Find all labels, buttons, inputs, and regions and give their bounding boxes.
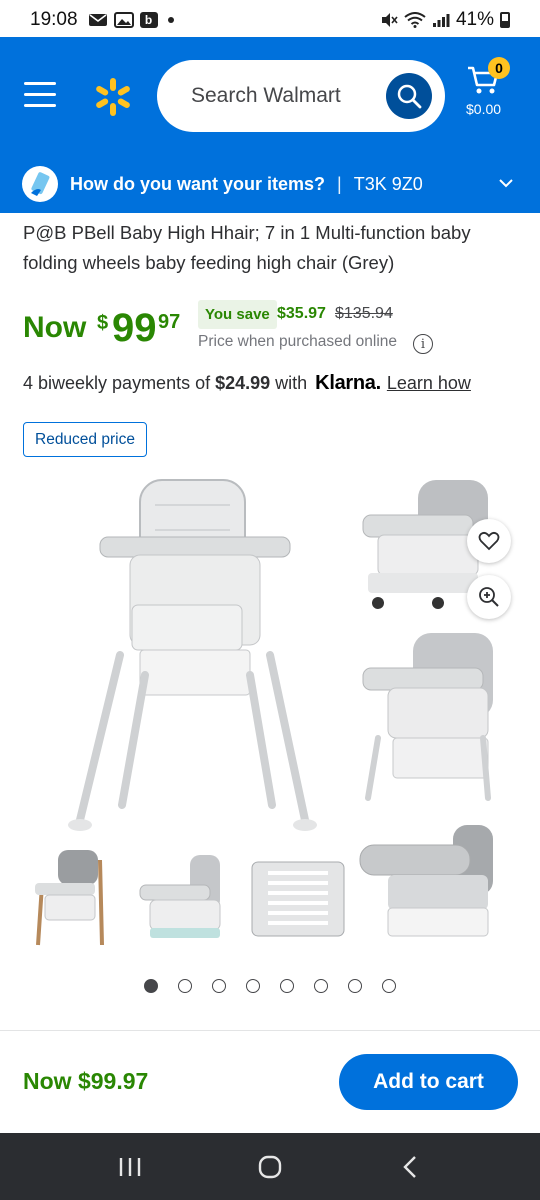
gallery-pagination[interactable]	[144, 979, 396, 993]
add-to-cart-button[interactable]: Add to cart	[339, 1054, 518, 1110]
search-input[interactable]	[191, 84, 371, 108]
system-icons: 41%	[380, 9, 510, 31]
pagination-dot[interactable]	[246, 979, 260, 993]
zoom-button[interactable]	[467, 575, 511, 619]
system-nav-bar	[0, 1133, 540, 1200]
pagination-dot[interactable]	[280, 979, 294, 993]
klarna-payments: 4 biweekly payments of $24.99 with Klarn…	[23, 372, 471, 395]
delivery-phone-icon	[22, 166, 58, 202]
home-icon	[258, 1155, 282, 1178]
battery-percent: 41%	[455, 9, 494, 30]
status-time: 19:08	[30, 9, 78, 30]
chevron-down-icon	[499, 179, 513, 188]
learn-how-link[interactable]: Learn how	[387, 373, 471, 394]
info-icon[interactable]: i	[413, 334, 433, 354]
postal-code: T3K 9Z0	[353, 173, 423, 194]
product-image-gallery[interactable]	[0, 470, 540, 970]
was-price: $135.94	[335, 305, 393, 322]
notification-icons: b	[88, 12, 174, 28]
footer-now-price: Now $99.97	[23, 1068, 149, 1094]
divider	[0, 1030, 540, 1031]
klarna-with: with	[275, 373, 308, 393]
search-button[interactable]	[386, 73, 432, 119]
klarna-prefix: 4 biweekly payments of	[23, 373, 211, 393]
thumbnail-wooden-chair[interactable]	[30, 845, 110, 950]
delivery-separator: |	[337, 173, 342, 194]
search-bar[interactable]	[157, 60, 445, 132]
more-notifications-icon	[167, 17, 174, 23]
walmart-spark-logo[interactable]	[93, 77, 133, 117]
price-dollar-sign: $	[97, 312, 109, 334]
back-button[interactable]	[380, 1147, 440, 1187]
favorite-button[interactable]	[467, 519, 511, 563]
wifi-icon	[404, 12, 426, 28]
pagination-dot[interactable]	[144, 979, 158, 993]
recent-apps-button[interactable]	[100, 1147, 160, 1187]
pagination-dot[interactable]	[348, 979, 362, 993]
search-icon	[397, 84, 422, 109]
price-whole: 99	[112, 306, 157, 350]
product-title: P@B PBell Baby High Hhair; 7 in 1 Multi-…	[23, 222, 471, 273]
mute-icon	[381, 13, 398, 27]
b-app-icon: b	[139, 12, 158, 28]
battery-icon	[500, 12, 510, 28]
gallery-icon	[113, 12, 134, 28]
reduced-price-badge: Reduced price	[23, 422, 147, 457]
pagination-dot[interactable]	[212, 979, 226, 993]
heart-icon	[478, 531, 500, 551]
mail-icon	[88, 14, 107, 26]
delivery-selector[interactable]: How do you want your items? | T3K 9Z0	[0, 155, 540, 213]
pagination-dot[interactable]	[314, 979, 328, 993]
thumbnail-booster-closeup[interactable]	[358, 820, 498, 945]
online-price-note: Price when purchased online	[198, 333, 398, 350]
cart-total: $0.00	[466, 101, 502, 117]
pagination-dot[interactable]	[382, 979, 396, 993]
signal-icon	[432, 14, 450, 27]
status-bar: 19:08 b 41%	[0, 0, 540, 40]
home-button[interactable]	[240, 1147, 300, 1187]
menu-icon[interactable]	[24, 82, 56, 108]
klarna-logo: Klarna.	[315, 372, 381, 394]
thumbnail-booster-side[interactable]	[135, 850, 230, 945]
side-image-low-chair[interactable]	[358, 628, 498, 808]
back-icon	[403, 1155, 416, 1178]
app-header: 0 $0.00	[0, 37, 540, 155]
cart-count-badge: 0	[488, 57, 510, 79]
price-cents: 97	[158, 311, 181, 333]
klarna-amount: $24.99	[215, 373, 271, 393]
main-product-image[interactable]	[60, 475, 330, 840]
thumbnail-folded[interactable]	[248, 858, 348, 940]
you-save-badge: You save	[198, 300, 277, 329]
delivery-question: How do you want your items?	[70, 173, 326, 194]
cart-button[interactable]: 0 $0.00	[462, 57, 522, 137]
now-label: Now	[23, 311, 87, 344]
pagination-dot[interactable]	[178, 979, 192, 993]
zoom-in-icon	[479, 587, 499, 607]
save-amount: $35.97	[277, 305, 326, 322]
recent-apps-icon	[119, 1157, 141, 1176]
